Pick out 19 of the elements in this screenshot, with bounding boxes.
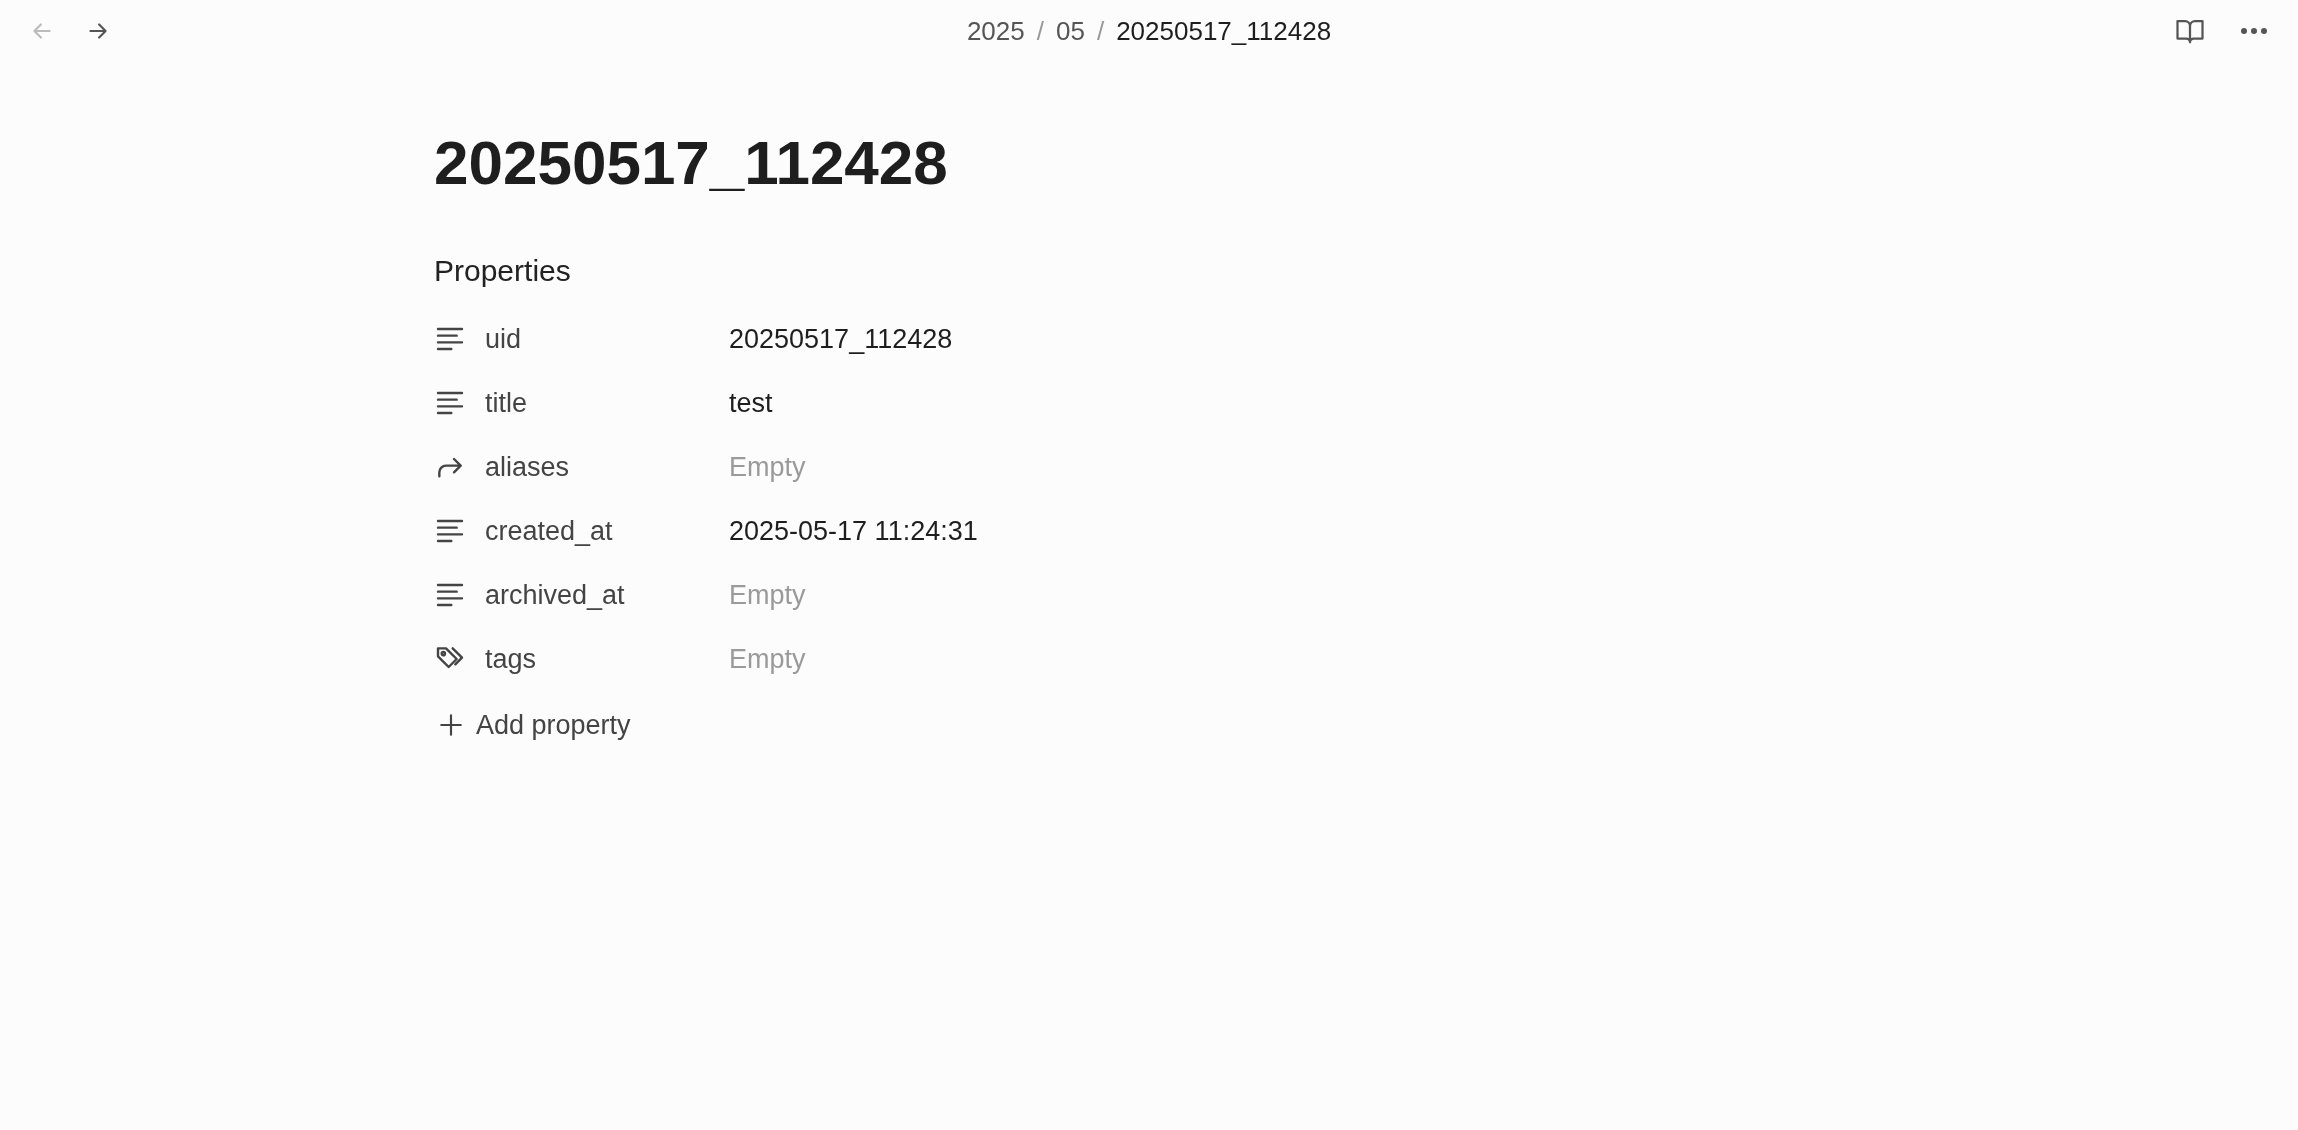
property-name[interactable]: tags	[485, 638, 729, 680]
property-name[interactable]: uid	[485, 318, 729, 360]
more-icon	[2240, 27, 2268, 35]
add-property-button[interactable]: Add property	[438, 705, 631, 746]
property-value[interactable]: 2025-05-17 11:24:31	[729, 510, 978, 552]
breadcrumb-separator: /	[1096, 14, 1105, 48]
breadcrumb-separator: /	[1036, 14, 1044, 48]
properties-heading: Properties	[434, 253, 572, 289]
note-title: 20250517_112428	[434, 132, 949, 194]
property-name[interactable]: created_at	[485, 510, 729, 552]
breadcrumb-link[interactable]: 05	[1055, 11, 1085, 51]
breadcrumb-link[interactable]: 20250517_112428	[1116, 11, 1332, 51]
breadcrumb-link[interactable]: 2025	[966, 11, 1025, 51]
property-name[interactable]: archived_at	[485, 574, 729, 616]
property-name[interactable]: title	[485, 382, 729, 424]
plus-icon	[438, 712, 464, 739]
property-name[interactable]: aliases	[485, 446, 729, 488]
property-value[interactable]: test	[729, 382, 773, 424]
property-value[interactable]: 20250517_112428	[729, 318, 953, 360]
